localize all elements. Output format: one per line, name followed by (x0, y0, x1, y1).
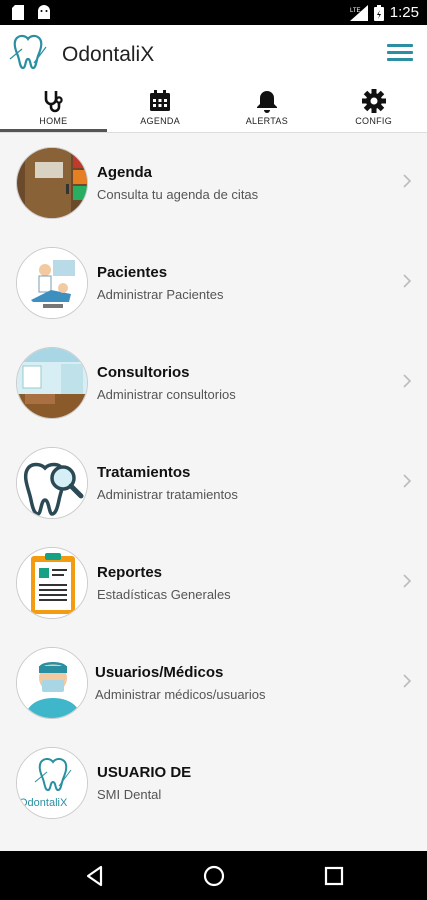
menu-item-title: Consultorios (97, 364, 190, 381)
recents-icon[interactable] (321, 863, 347, 889)
app-title: OdontaliX (62, 43, 155, 66)
tooth-magnifier-icon (16, 447, 88, 519)
doctor-icon (16, 647, 88, 719)
chevron-right-icon (403, 274, 412, 288)
tab-agenda[interactable]: AGENDA (107, 85, 214, 132)
menu-item-subtitle: Administrar consultorios (97, 387, 236, 402)
battery-icon (373, 4, 384, 21)
menu-item-subtitle: Administrar tratamientos (97, 487, 238, 502)
menu-item-subtitle: Estadísticas Generales (97, 587, 231, 602)
menu-item-subtitle: Administrar médicos/usuarios (95, 687, 266, 702)
chevron-right-icon (403, 174, 412, 188)
menu-item-subtitle: Administrar Pacientes (97, 287, 224, 302)
menu-item-usuarios[interactable]: Usuarios/Médicos Administrar médicos/usu… (0, 633, 427, 733)
menu-item-pacientes[interactable]: Pacientes Administrar Pacientes (0, 233, 427, 333)
odontalix-logo-icon (9, 34, 47, 70)
menu-item-title: Tratamientos (97, 464, 191, 481)
chevron-right-icon (403, 474, 412, 488)
gear-icon (361, 89, 386, 113)
stethoscope-icon (45, 91, 64, 113)
bell-icon (256, 91, 277, 113)
back-icon[interactable] (82, 863, 108, 889)
tab-home[interactable]: HOME (0, 85, 107, 132)
chevron-right-icon (403, 574, 412, 588)
dental-chair-icon (16, 247, 88, 319)
menu-item-subtitle: Consulta tu agenda de citas (97, 187, 259, 202)
chevron-right-icon (403, 374, 412, 388)
tab-alertas-label: ALERTAS (245, 116, 289, 126)
android-icon (38, 5, 50, 19)
signal-icon: LTE (349, 4, 368, 21)
status-time: 1:25 (389, 4, 419, 21)
odontalix-logo-icon: OdontaliX (16, 747, 88, 819)
menu-item-usuario-de[interactable]: OdontaliX USUARIO DE SMI Dental (0, 733, 427, 833)
chevron-right-icon (403, 674, 412, 688)
menu-item-title: Reportes (97, 564, 163, 581)
menu-list: Agenda Consulta tu agenda de citas Pacie… (0, 133, 427, 851)
app-bar: OdontaliX (0, 25, 427, 85)
sd-card-icon (12, 5, 24, 20)
tab-home-label: HOME (39, 116, 68, 126)
menu-item-agenda[interactable]: Agenda Consulta tu agenda de citas (0, 133, 427, 233)
tab-alertas[interactable]: ALERTAS (214, 85, 321, 132)
clipboard-report-icon (16, 547, 88, 619)
tab-config[interactable]: CONFIG (320, 85, 427, 132)
home-icon[interactable] (201, 863, 227, 889)
system-nav-bar (0, 851, 427, 900)
tab-agenda-label: AGENDA (140, 116, 181, 126)
svg-text:LTE: LTE (350, 8, 361, 14)
menu-item-title: Pacientes (97, 264, 168, 281)
status-bar: LTE 1:25 (0, 0, 427, 25)
menu-item-subtitle: SMI Dental (97, 787, 162, 802)
calendar-icon (150, 90, 171, 111)
clinic-room-icon (16, 347, 88, 419)
menu-item-title: Agenda (97, 164, 153, 181)
menu-item-title: Usuarios/Médicos (95, 664, 224, 681)
hamburger-menu-button[interactable] (387, 41, 413, 67)
menu-item-consultorios[interactable]: Consultorios Administrar consultorios (0, 333, 427, 433)
menu-item-reportes[interactable]: Reportes Estadísticas Generales (0, 533, 427, 633)
menu-item-tratamientos[interactable]: Tratamientos Administrar tratamientos (0, 433, 427, 533)
tab-config-label: CONFIG (355, 116, 393, 126)
door-icon (16, 147, 88, 219)
menu-item-title: USUARIO DE (97, 764, 192, 781)
logo-text: OdontaliX (19, 797, 68, 809)
tab-bar: HOME AGENDA ALERTAS CONFIG (0, 85, 427, 133)
